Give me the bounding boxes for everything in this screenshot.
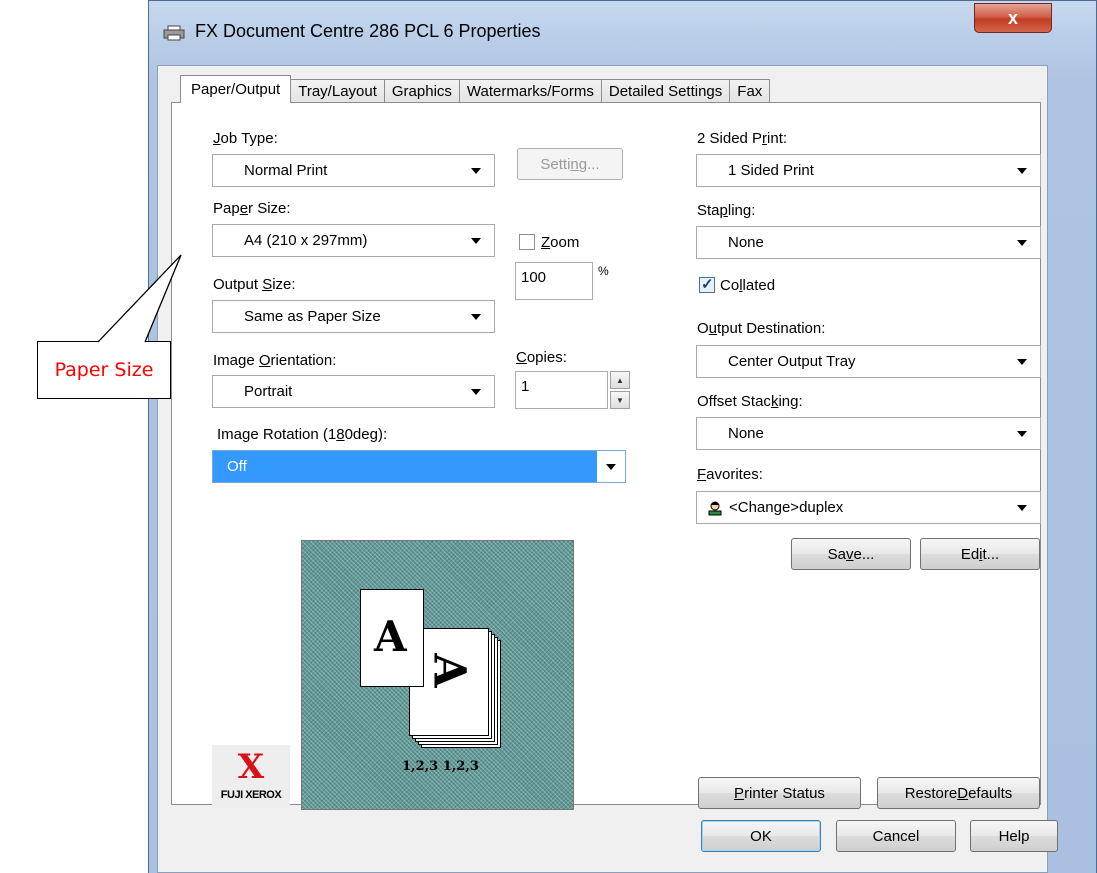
output-size-dropdown[interactable]: Same as Paper Size — [212, 300, 495, 333]
dialog-client: Paper/Output Tray/Layout Graphics Waterm… — [157, 65, 1058, 873]
favorites-dropdown[interactable]: <Change>duplex — [696, 491, 1041, 524]
ok-button[interactable]: OK — [701, 820, 821, 852]
two-sided-print-label: 2 Sided Print: — [697, 130, 788, 147]
image-orientation-label: Image Orientation: — [213, 352, 337, 369]
zoom-input[interactable]: 100 — [515, 262, 593, 300]
chevron-down-icon[interactable] — [597, 451, 625, 482]
window-title: FX Document Centre 286 PCL 6 Properties — [195, 21, 541, 41]
tab-graphics[interactable]: Graphics — [383, 79, 460, 103]
image-orientation-dropdown[interactable]: Portrait — [212, 375, 495, 408]
favorites-label: Favorites: — [697, 466, 763, 483]
tab-tray-layout[interactable]: Tray/Layout — [290, 79, 385, 103]
tab-watermarks-forms[interactable]: Watermarks/Forms — [458, 79, 602, 103]
printer-icon — [163, 25, 185, 41]
chevron-down-icon — [1014, 354, 1030, 370]
job-type-label: Job Type: — [213, 130, 278, 147]
paper-size-callout: Paper Size — [37, 341, 171, 399]
help-button[interactable]: Help — [970, 820, 1058, 852]
collated-label: Collated — [720, 277, 776, 294]
save-button[interactable]: Sa v e... — [791, 538, 911, 570]
title-bar[interactable]: FX Document Centre 286 PCL 6 Properties … — [149, 1, 1096, 63]
user-icon — [708, 501, 722, 515]
paper-size-dropdown[interactable]: A4 (210 x 297mm) — [212, 224, 495, 257]
chevron-down-icon — [1014, 426, 1030, 442]
collation-caption: 1,2,3 1,2,3 — [402, 759, 479, 774]
paper-size-label: Paper Size: — [213, 200, 291, 217]
printer-status-button[interactable]: Printer Status — [698, 777, 861, 809]
tab-detailed-settings[interactable]: Detailed Settings — [600, 79, 731, 103]
output-destination-label: Output Destination: — [697, 320, 826, 337]
tab-strip: Paper/Output Tray/Layout Graphics Waterm… — [180, 75, 771, 103]
chevron-down-icon — [468, 163, 484, 179]
image-rotation-label: Image Rotation (180deg): — [217, 426, 388, 443]
cancel-button[interactable]: Cancel — [836, 820, 956, 852]
logo-text: FUJI XEROX — [220, 789, 282, 801]
zoom-label: Zoom — [541, 234, 580, 251]
close-icon: x — [1007, 7, 1018, 28]
fuji-xerox-logo: X FUJI XEROX — [212, 745, 290, 809]
printer-properties-window: FX Document Centre 286 PCL 6 Properties … — [148, 0, 1097, 873]
print-preview: A A 1,2,3 1,2,3 — [301, 540, 574, 810]
image-rotation-dropdown[interactable]: Off — [212, 450, 626, 483]
output-size-label: Output Size: — [213, 276, 296, 293]
copies-label: Copies: — [516, 349, 567, 366]
portrait-glyph: A — [374, 612, 407, 661]
tab-paper-output[interactable]: Paper/Output — [180, 75, 292, 103]
chevron-down-icon — [468, 384, 484, 400]
setting-button[interactable]: Setti n g... — [517, 148, 623, 180]
collated-checkbox[interactable] — [699, 275, 715, 293]
offset-stacking-label: Offset Stacking: — [697, 393, 803, 410]
chevron-down-icon — [1014, 500, 1030, 516]
zoom-checkbox[interactable] — [519, 234, 535, 250]
two-sided-print-dropdown[interactable]: 1 Sided Print — [696, 154, 1041, 187]
edit-button[interactable]: Ed i t... — [920, 538, 1040, 570]
offset-stacking-dropdown[interactable]: None — [696, 417, 1041, 450]
close-button[interactable]: x — [974, 3, 1052, 33]
spin-up-icon[interactable]: ▲ — [610, 371, 630, 389]
spin-down-icon[interactable]: ▼ — [610, 391, 630, 409]
zoom-percent-label: % — [598, 264, 609, 278]
chevron-down-icon — [1014, 163, 1030, 179]
stapling-dropdown[interactable]: None — [696, 226, 1041, 259]
tab-fax[interactable]: Fax — [729, 79, 771, 103]
chevron-down-icon — [1014, 235, 1030, 251]
xerox-x-icon: X — [237, 747, 265, 787]
rotated-glyph: A — [423, 653, 475, 688]
restore-defaults-button[interactable]: Restore Defaults — [877, 777, 1040, 809]
stapling-label: Stapling: — [697, 202, 756, 219]
output-destination-dropdown[interactable]: Center Output Tray — [696, 345, 1041, 378]
portrait-page: A — [360, 589, 424, 687]
callout-label: Paper Size — [54, 359, 154, 381]
copies-input[interactable]: 1 — [515, 371, 608, 409]
job-type-dropdown[interactable]: Normal Print — [212, 154, 495, 187]
chevron-down-icon — [468, 233, 484, 249]
paper-output-page: Job Type: Normal Print Setti n g... Paper … — [171, 102, 1041, 810]
copies-spinner[interactable]: ▲ ▼ — [610, 371, 630, 409]
chevron-down-icon — [468, 309, 484, 325]
